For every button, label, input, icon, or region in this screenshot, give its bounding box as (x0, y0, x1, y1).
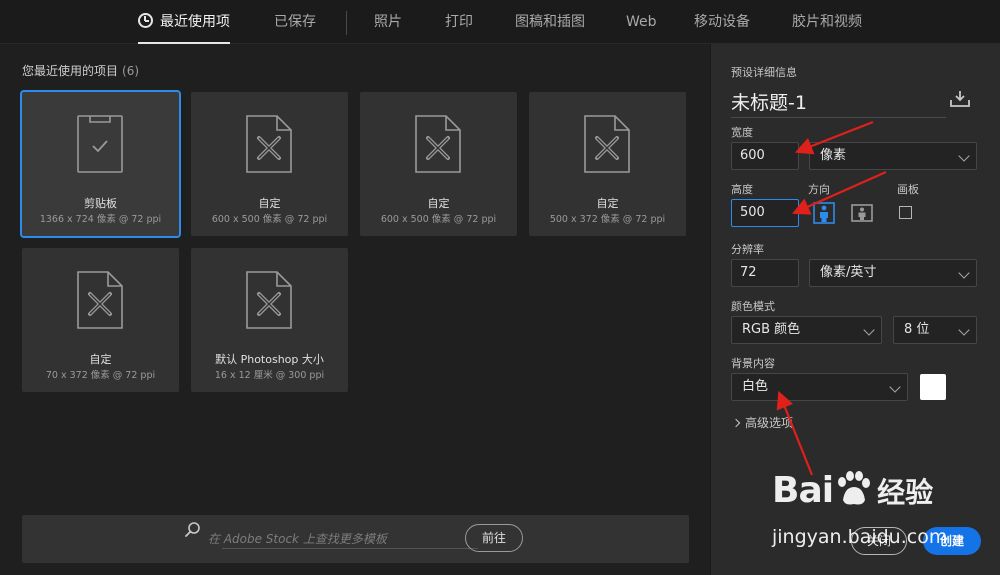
preset-details-heading: 预设详细信息 (731, 66, 797, 79)
background-contents-label: 背景内容 (731, 357, 775, 370)
tab-label: 打印 (445, 14, 473, 30)
document-name-input[interactable]: 未标题-1 (731, 88, 946, 118)
watermark-brand: Bai (772, 470, 834, 511)
recent-item-name: 自定 (89, 353, 112, 366)
recent-item-card[interactable]: 自定 70 x 372 像素 @ 72 ppi (22, 248, 179, 392)
tab-label: 最近使用项 (160, 14, 230, 30)
baidu-watermark: Bai 经验 jingyan.baidu.com (772, 470, 947, 548)
tab-label: 移动设备 (694, 14, 750, 30)
artboard-checkbox[interactable] (899, 206, 912, 219)
chevron-down-icon (958, 150, 970, 162)
clipboard-doc-icon (77, 115, 123, 173)
background-contents-select[interactable]: 白色 (731, 373, 908, 401)
height-label: 高度 (731, 183, 753, 196)
width-input[interactable]: 600 (731, 142, 799, 170)
recent-item-meta: 600 x 500 像素 @ 72 ppi (211, 214, 328, 225)
stock-search-input[interactable]: 在 Adobe Stock 上查找更多模板 (185, 522, 478, 549)
stock-search-placeholder: 在 Adobe Stock 上查找更多模板 (208, 532, 387, 546)
tab-mobile[interactable]: 移动设备 (694, 0, 750, 44)
tab-art-illustration[interactable]: 图稿和插图 (515, 0, 585, 44)
orientation-label: 方向 (808, 183, 830, 196)
recent-item-meta: 70 x 372 像素 @ 72 ppi (45, 370, 156, 381)
custom-doc-icon (415, 115, 461, 173)
tab-label: 胶片和视频 (792, 14, 862, 30)
tab-label: 照片 (374, 14, 402, 30)
color-mode-select[interactable]: RGB 颜色 (731, 316, 882, 344)
search-icon (185, 522, 200, 537)
custom-doc-icon (246, 271, 292, 329)
chevron-down-icon (958, 324, 970, 336)
recent-item-name: 自定 (258, 197, 281, 210)
background-color-swatch[interactable] (920, 374, 946, 400)
tab-saved[interactable]: 已保存 (274, 0, 316, 44)
chevron-down-icon (863, 324, 875, 336)
advanced-options-toggle[interactable]: 高级选项 (731, 414, 793, 431)
resolution-label: 分辨率 (731, 243, 764, 256)
color-mode-label: 颜色模式 (731, 300, 775, 313)
recent-item-meta: 16 x 12 厘米 @ 300 ppi (214, 370, 325, 381)
recent-item-name: 自定 (427, 197, 450, 210)
recent-item-meta: 500 x 372 像素 @ 72 ppi (549, 214, 666, 225)
recent-item-meta: 1366 x 724 像素 @ 72 ppi (39, 214, 162, 225)
tab-label: 已保存 (274, 14, 316, 30)
recent-item-name: 自定 (596, 197, 619, 210)
custom-doc-icon (77, 271, 123, 329)
top-tab-bar: 最近使用项 已保存 照片 打印 图稿和插图 Web 移动设备 胶片和视频 (0, 0, 1000, 44)
custom-doc-icon (246, 115, 292, 173)
width-label: 宽度 (731, 126, 753, 139)
tab-print[interactable]: 打印 (445, 0, 473, 44)
portrait-orientation-icon[interactable] (813, 202, 835, 224)
chevron-down-icon (889, 381, 901, 393)
bit-depth-select[interactable]: 8 位 (893, 316, 977, 344)
chevron-right-icon (731, 418, 741, 428)
save-preset-icon[interactable] (949, 90, 971, 108)
clock-icon (138, 13, 153, 28)
custom-doc-icon (584, 115, 630, 173)
watermark-brand-suffix: 经验 (877, 476, 934, 509)
recent-item-name: 默认 Photoshop 大小 (215, 353, 324, 366)
recent-item-card[interactable]: 默认 Photoshop 大小 16 x 12 厘米 @ 300 ppi (191, 248, 348, 392)
recent-item-card[interactable]: 自定 500 x 372 像素 @ 72 ppi (529, 92, 686, 236)
tab-recent[interactable]: 最近使用项 (138, 0, 230, 44)
recent-item-meta: 600 x 500 像素 @ 72 ppi (380, 214, 497, 225)
artboard-label: 画板 (897, 183, 919, 196)
width-unit-select[interactable]: 像素 (809, 142, 977, 170)
tab-label: 图稿和插图 (515, 14, 585, 30)
recent-item-card[interactable]: 剪贴板 1366 x 724 像素 @ 72 ppi (20, 90, 181, 238)
recent-item-name: 剪贴板 (84, 197, 117, 210)
chevron-down-icon (958, 267, 970, 279)
tab-web[interactable]: Web (626, 0, 657, 44)
watermark-url: jingyan.baidu.com (772, 526, 948, 548)
recent-item-card[interactable]: 自定 600 x 500 像素 @ 72 ppi (191, 92, 348, 236)
tab-label: Web (626, 14, 657, 30)
tab-photo[interactable]: 照片 (374, 0, 402, 44)
resolution-unit-select[interactable]: 像素/英寸 (809, 259, 977, 287)
recent-item-card[interactable]: 自定 600 x 500 像素 @ 72 ppi (360, 92, 517, 236)
tab-film-video[interactable]: 胶片和视频 (792, 0, 862, 44)
tab-divider (346, 11, 347, 35)
recent-items-heading: 您最近使用的项目 (6) (22, 64, 140, 78)
height-input[interactable]: 500 (731, 199, 799, 227)
resolution-input[interactable]: 72 (731, 259, 799, 287)
paw-logo-icon (838, 471, 871, 505)
landscape-orientation-icon[interactable] (851, 202, 873, 224)
stock-search-bar: 在 Adobe Stock 上查找更多模板 前往 (22, 515, 689, 563)
go-button[interactable]: 前往 (465, 524, 523, 552)
recent-items-count: (6) (122, 64, 140, 78)
